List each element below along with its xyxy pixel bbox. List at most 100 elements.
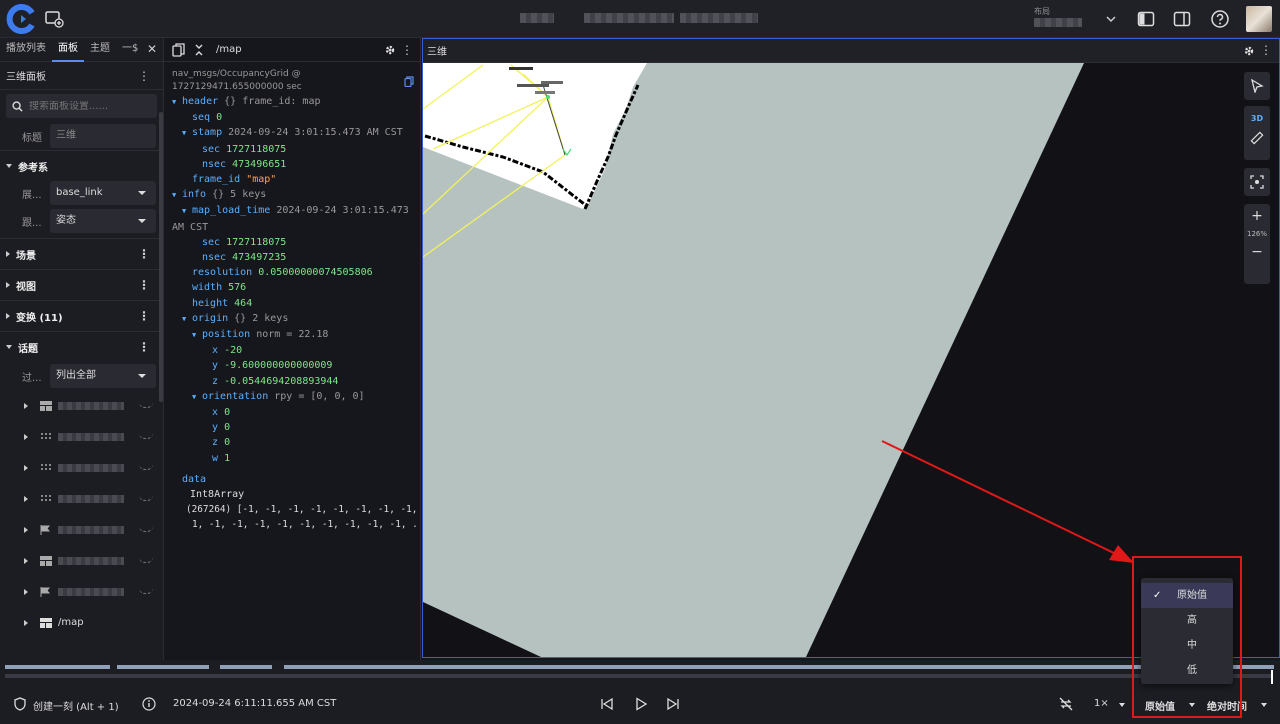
tab-topics[interactable]: 主题 — [84, 38, 116, 62]
topic-row-map[interactable]: /map — [0, 607, 163, 638]
redacted-layout-name[interactable] — [1034, 18, 1082, 27]
tab-playlist[interactable]: 播放列表 — [0, 38, 52, 62]
topic-filter-select[interactable]: 列出全部 — [50, 364, 156, 388]
tree-key: nsec — [202, 252, 227, 264]
message-receive-time: 1727129471.655000000 sec — [172, 82, 302, 92]
tab-more[interactable]: 一$ — [116, 38, 144, 62]
tree-value: "map" — [246, 174, 277, 186]
close-icon[interactable]: ✕ — [147, 42, 157, 56]
more-vert-icon[interactable]: ⋮ — [138, 309, 150, 323]
dropdown-caret-icon — [138, 219, 146, 223]
visibility-off-icon[interactable] — [139, 495, 153, 501]
right-sidebar-toggle-icon[interactable] — [1173, 10, 1191, 28]
zoom-in-button[interactable]: + — [1251, 208, 1263, 224]
loop-off-icon[interactable] — [1058, 696, 1074, 712]
current-timestamp[interactable]: 2024-09-24 6:11:11.655 AM CST — [173, 698, 336, 709]
expand-triangle-icon[interactable]: ▼ — [182, 204, 192, 219]
tree-key: orientation — [202, 390, 269, 402]
search-icon — [12, 100, 23, 112]
more-vert-icon[interactable]: ⋮ — [1260, 43, 1272, 57]
tree-row[interactable]: ▼ map_load_time 2024-09-24 3:01:15.473 — [172, 203, 416, 219]
visibility-off-icon[interactable] — [139, 526, 153, 532]
playback-bar: 创建一刻 (Alt + 1) 2024-09-24 6:11:11.655 AM… — [0, 686, 1280, 724]
gear-icon[interactable] — [1243, 45, 1255, 57]
topic-row[interactable] — [0, 452, 163, 483]
settings-search-input[interactable] — [29, 100, 139, 112]
tree-row[interactable]: ▼ header {} frame_id: map — [172, 94, 416, 110]
focus-button[interactable] — [1244, 168, 1270, 196]
ruler-icon[interactable] — [1250, 131, 1264, 145]
playback-timeline[interactable] — [0, 660, 1280, 686]
sidebar-scrollbar[interactable] — [159, 112, 163, 402]
visibility-off-icon[interactable] — [139, 464, 153, 470]
section-transforms[interactable]: 变换 (11) ⋮ — [0, 300, 163, 331]
settings-search[interactable] — [6, 94, 157, 118]
user-avatar[interactable] — [1246, 6, 1272, 32]
copy-icon[interactable] — [172, 42, 186, 57]
tree-row: x 0 — [172, 405, 416, 420]
tree-row[interactable]: ▼ stamp 2024-09-24 3:01:15.473 AM CST — [172, 125, 416, 141]
3d-panel-header: 三维 ⋮ — [423, 39, 1279, 63]
topic-row[interactable] — [0, 483, 163, 514]
topic-row[interactable] — [0, 421, 163, 452]
expand-triangle-icon[interactable]: ▼ — [172, 95, 182, 110]
app-logo-icon[interactable] — [6, 4, 36, 34]
tree-value: 473497235 — [232, 252, 287, 264]
chevron-down-icon[interactable] — [1261, 703, 1267, 707]
tree-row[interactable]: ▼ position norm = 22.18 — [172, 327, 416, 343]
help-icon[interactable] — [1210, 9, 1230, 29]
info-icon[interactable] — [142, 697, 156, 711]
topic-row[interactable] — [0, 545, 163, 576]
topic-row[interactable] — [0, 576, 163, 607]
expand-triangle-icon[interactable]: ▼ — [182, 312, 192, 327]
create-moment-button[interactable]: 创建一刻 (Alt + 1) — [33, 698, 119, 713]
tree-row[interactable]: ▼ origin {} 2 keys — [172, 311, 416, 327]
top-bar: 布局 — [0, 0, 1280, 38]
layout-chevron-down-icon[interactable] — [1104, 12, 1118, 26]
new-layout-icon[interactable] — [44, 9, 64, 29]
tree-row[interactable]: ▼ info {} 5 keys — [172, 187, 416, 203]
section-frame[interactable]: 参考系 — [0, 150, 163, 181]
visibility-off-icon[interactable] — [139, 402, 153, 408]
playhead[interactable] — [1271, 670, 1273, 684]
seek-backward-icon[interactable] — [600, 697, 614, 711]
left-sidebar-toggle-icon[interactable] — [1137, 10, 1155, 28]
play-icon[interactable] — [634, 697, 648, 711]
seek-forward-icon[interactable] — [666, 697, 680, 711]
expand-triangle-icon[interactable]: ▼ — [172, 188, 182, 203]
tree-summary: {} 5 keys — [212, 189, 267, 201]
topic-row[interactable] — [0, 390, 163, 421]
tree-row[interactable]: ▼ orientation rpy = [0, 0, 0] — [172, 389, 416, 405]
expand-triangle-icon[interactable]: ▼ — [192, 328, 202, 343]
expand-triangle-icon[interactable]: ▼ — [192, 390, 202, 405]
copy-icon[interactable] — [404, 76, 414, 92]
chevron-down-icon[interactable] — [1119, 703, 1125, 707]
topic-path-input[interactable]: /map — [216, 44, 242, 55]
section-topics[interactable]: 话题 ⋮ — [0, 331, 163, 362]
zoom-out-button[interactable]: − — [1251, 244, 1263, 260]
more-vert-icon[interactable]: ⋮ — [138, 340, 150, 354]
expand-triangle-icon[interactable]: ▼ — [182, 126, 192, 141]
visibility-off-icon[interactable] — [139, 557, 153, 563]
tree-row: z -0.0544694208893944 — [172, 374, 416, 389]
section-scene[interactable]: 场景 ⋮ — [0, 238, 163, 269]
visibility-off-icon[interactable] — [139, 433, 153, 439]
3d-mode-toggle[interactable]: 3D — [1251, 114, 1263, 123]
title-input[interactable]: 三维 — [50, 124, 156, 148]
tab-panel[interactable]: 面板 — [52, 38, 84, 62]
tree-key: stamp — [192, 127, 223, 139]
more-vert-icon[interactable]: ⋮ — [138, 247, 150, 261]
gear-icon[interactable] — [384, 44, 396, 56]
more-vert-icon[interactable]: ⋮ — [401, 43, 413, 57]
playback-speed-select[interactable]: 1× — [1094, 698, 1109, 709]
more-vert-icon[interactable]: ⋮ — [138, 278, 150, 292]
visibility-off-icon[interactable] — [139, 588, 153, 594]
more-vert-icon[interactable]: ⋮ — [138, 69, 150, 83]
section-view[interactable]: 视图 ⋮ — [0, 269, 163, 300]
expand-collapse-icon[interactable] — [194, 44, 204, 56]
data-field[interactable]: data — [172, 472, 416, 487]
select-tool-button[interactable] — [1244, 72, 1270, 100]
display-frame-select[interactable]: base_link — [50, 181, 156, 205]
topic-row[interactable] — [0, 514, 163, 545]
follow-mode-select[interactable]: 姿态 — [50, 209, 156, 233]
